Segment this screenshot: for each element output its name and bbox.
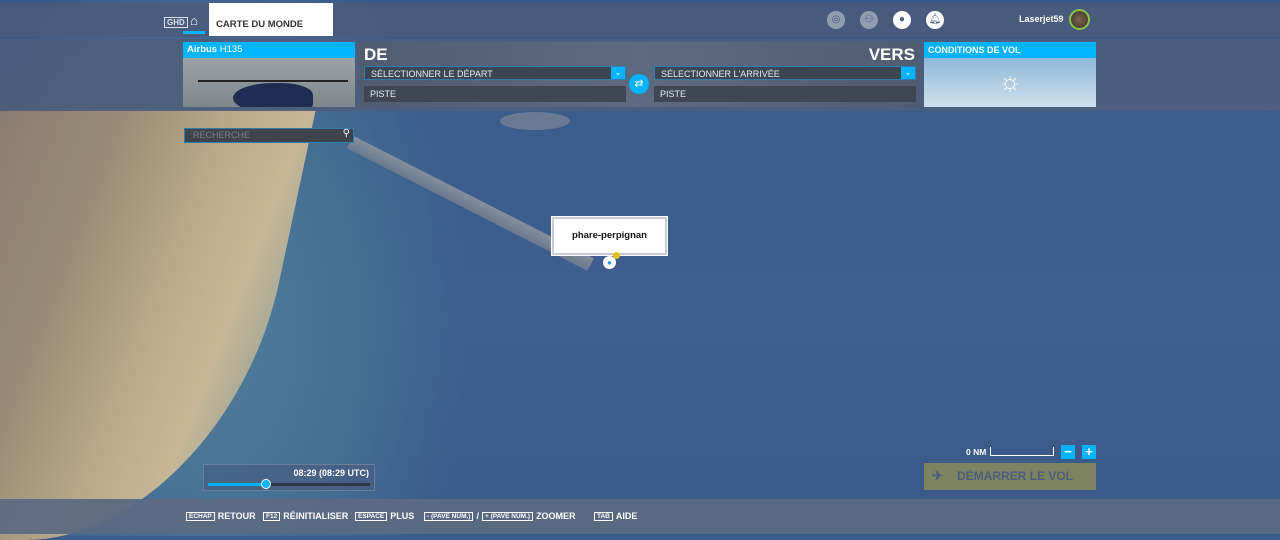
arrival-select[interactable]: SÉLECTIONNER L'ARRIVÉE ⌄ bbox=[654, 66, 916, 80]
bottom-hint-bar: ECHAP RETOUR F12 RÉINITIALISER ESPACE PLUS … bbox=[0, 499, 1280, 534]
hint-zoom[interactable]: - (PAVE NUM.) / + (PAVE NUM.) ZOOMER bbox=[424, 511, 576, 521]
partly-cloudy-icon: ☼ bbox=[998, 66, 1022, 96]
route-panel: DE VERS SÉLECTIONNER LE DÉPART ⌄ PISTE ⇄ … bbox=[359, 42, 919, 107]
start-flight-button[interactable]: ✈ DÉMARRER LE VOL bbox=[924, 463, 1096, 490]
username[interactable]: Laserjet59 bbox=[1019, 14, 1064, 24]
profile-icon[interactable]: ● bbox=[893, 11, 911, 29]
notifications-icon[interactable]: 🔔︎ bbox=[926, 11, 944, 29]
zoom-in-button[interactable]: + bbox=[1082, 445, 1096, 459]
departure-runway[interactable]: PISTE bbox=[364, 86, 626, 102]
time-label: 08:29 (08:29 UTC) bbox=[293, 468, 369, 478]
slider-handle[interactable] bbox=[261, 479, 272, 489]
weather-conditions[interactable]: CONDITIONS DE VOL ☼ bbox=[924, 42, 1096, 107]
aircraft-image bbox=[183, 58, 355, 107]
aircraft-model: H135 bbox=[219, 44, 243, 55]
arrival-runway[interactable]: PISTE bbox=[654, 86, 916, 102]
weather-title: CONDITIONS DE VOL bbox=[924, 42, 1096, 58]
chevron-down-icon: ⌄ bbox=[611, 67, 625, 79]
time-slider[interactable] bbox=[208, 479, 370, 489]
rocks bbox=[500, 112, 570, 130]
to-label: VERS bbox=[868, 45, 915, 64]
aircraft-brand: Airbus bbox=[187, 44, 218, 55]
activity-icon[interactable]: ◎ bbox=[827, 11, 845, 29]
home-button[interactable]: ⌂ bbox=[183, 12, 205, 34]
tab-world-map[interactable]: CARTE DU MONDE bbox=[209, 3, 333, 36]
warning-icon bbox=[613, 252, 620, 259]
avatar[interactable] bbox=[1069, 9, 1090, 30]
time-of-day-panel: 08:29 (08:29 UTC) bbox=[203, 464, 375, 491]
hint-more[interactable]: ESPACE PLUS bbox=[355, 511, 414, 521]
from-label: DE bbox=[364, 45, 388, 64]
takeoff-icon: ✈ bbox=[932, 468, 943, 483]
hint-back[interactable]: ECHAP RETOUR bbox=[186, 511, 256, 521]
search-icon[interactable]: ⚲ bbox=[343, 128, 350, 139]
departure-select[interactable]: SÉLECTIONNER LE DÉPART ⌄ bbox=[364, 66, 626, 80]
search-input[interactable]: RECHERCHE ⚲ bbox=[184, 128, 354, 143]
scale-bar bbox=[990, 447, 1054, 456]
swap-route-button[interactable]: ⇄ bbox=[629, 74, 649, 94]
hint-reset[interactable]: F12 RÉINITIALISER bbox=[263, 511, 348, 521]
hint-help[interactable]: TAB AIDE bbox=[594, 511, 637, 521]
home-icon: ⌂ bbox=[190, 13, 198, 28]
chevron-down-icon: ⌄ bbox=[901, 67, 915, 79]
scale-label: 0 NM bbox=[966, 447, 987, 457]
zoom-out-button[interactable]: − bbox=[1061, 445, 1075, 459]
map-marker-label[interactable]: phare-perpignan bbox=[552, 217, 667, 255]
swap-icon: ⇄ bbox=[634, 78, 644, 90]
aircraft-selection[interactable]: Airbus H135 bbox=[183, 42, 355, 107]
friends-icon[interactable]: ⚇ bbox=[860, 11, 878, 29]
